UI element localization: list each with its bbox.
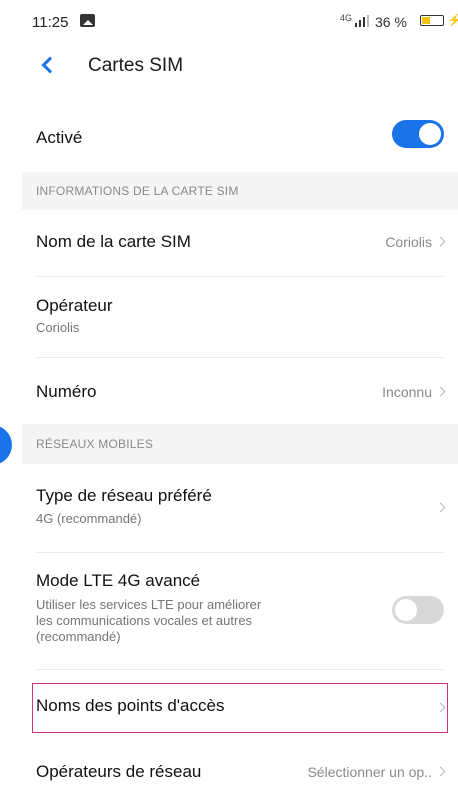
app-header: Cartes SIM [22, 40, 458, 96]
chevron-right-icon [435, 766, 446, 777]
section-mobile-networks: RÉSEAUX MOBILES [22, 424, 458, 464]
battery-icon [420, 15, 444, 26]
section-sim-header: INFORMATIONS DE LA CARTE SIM [36, 184, 239, 198]
image-notification-icon [80, 14, 95, 27]
operator-row: Opérateur Coriolis [22, 277, 458, 357]
chevron-right-icon [435, 236, 446, 247]
edge-indicator [0, 425, 12, 465]
network-type-row[interactable]: Type de réseau préféré 4G (recommandé) [22, 464, 458, 552]
network-operators-row[interactable]: Opérateurs de réseau Sélectionner un op.… [22, 745, 458, 797]
section-sim-info: INFORMATIONS DE LA CARTE SIM [22, 172, 458, 210]
apn-highlight-box [32, 683, 448, 733]
active-label: Activé [36, 128, 83, 147]
signal-icon [355, 15, 371, 27]
lte-label: Mode LTE 4G avancé [36, 571, 201, 590]
status-time: 11:25 [32, 14, 69, 31]
status-bar: 11:25 4G 36 % ⚡ [22, 0, 458, 40]
lte-desc-line1: Utiliser les services LTE pour améliorer [36, 597, 262, 612]
chevron-right-icon [435, 386, 446, 397]
phone-screen: 11:25 4G 36 % ⚡ Cartes SIM Activé INFORM… [22, 0, 458, 797]
battery-percent: 36 % [375, 14, 407, 30]
lte-desc-line2: les communications vocales et autres [36, 613, 253, 628]
lte-switch[interactable] [392, 596, 444, 624]
active-toggle-row[interactable]: Activé [22, 96, 458, 172]
sim-name-row[interactable]: Nom de la carte SIM Coriolis [22, 210, 458, 276]
number-value: Inconnu [382, 384, 432, 400]
number-row[interactable]: Numéro Inconnu [22, 358, 458, 424]
sim-name-label: Nom de la carte SIM [36, 232, 191, 251]
divider [36, 669, 444, 670]
lte-desc-line3: (recommandé) [36, 629, 121, 644]
page-title: Cartes SIM [88, 55, 184, 76]
network-type: 4G [340, 13, 353, 23]
lte-mode-row[interactable]: Mode LTE 4G avancé Utiliser les services… [22, 553, 458, 669]
charging-icon: ⚡ [447, 13, 458, 27]
number-label: Numéro [36, 382, 97, 401]
section-mobile-header: RÉSEAUX MOBILES [36, 437, 154, 451]
operator-label: Opérateur [36, 296, 113, 315]
network-operators-value: Sélectionner un op.. [307, 764, 432, 780]
network-operators-label: Opérateurs de réseau [36, 762, 202, 781]
operator-value: Coriolis [36, 320, 80, 335]
network-type-label: Type de réseau préféré [36, 486, 212, 505]
chevron-left-icon[interactable] [41, 56, 59, 74]
sim-name-value: Coriolis [385, 234, 432, 250]
network-type-value: 4G (recommandé) [36, 511, 142, 526]
chevron-right-icon [435, 502, 446, 513]
active-switch[interactable] [392, 120, 444, 148]
